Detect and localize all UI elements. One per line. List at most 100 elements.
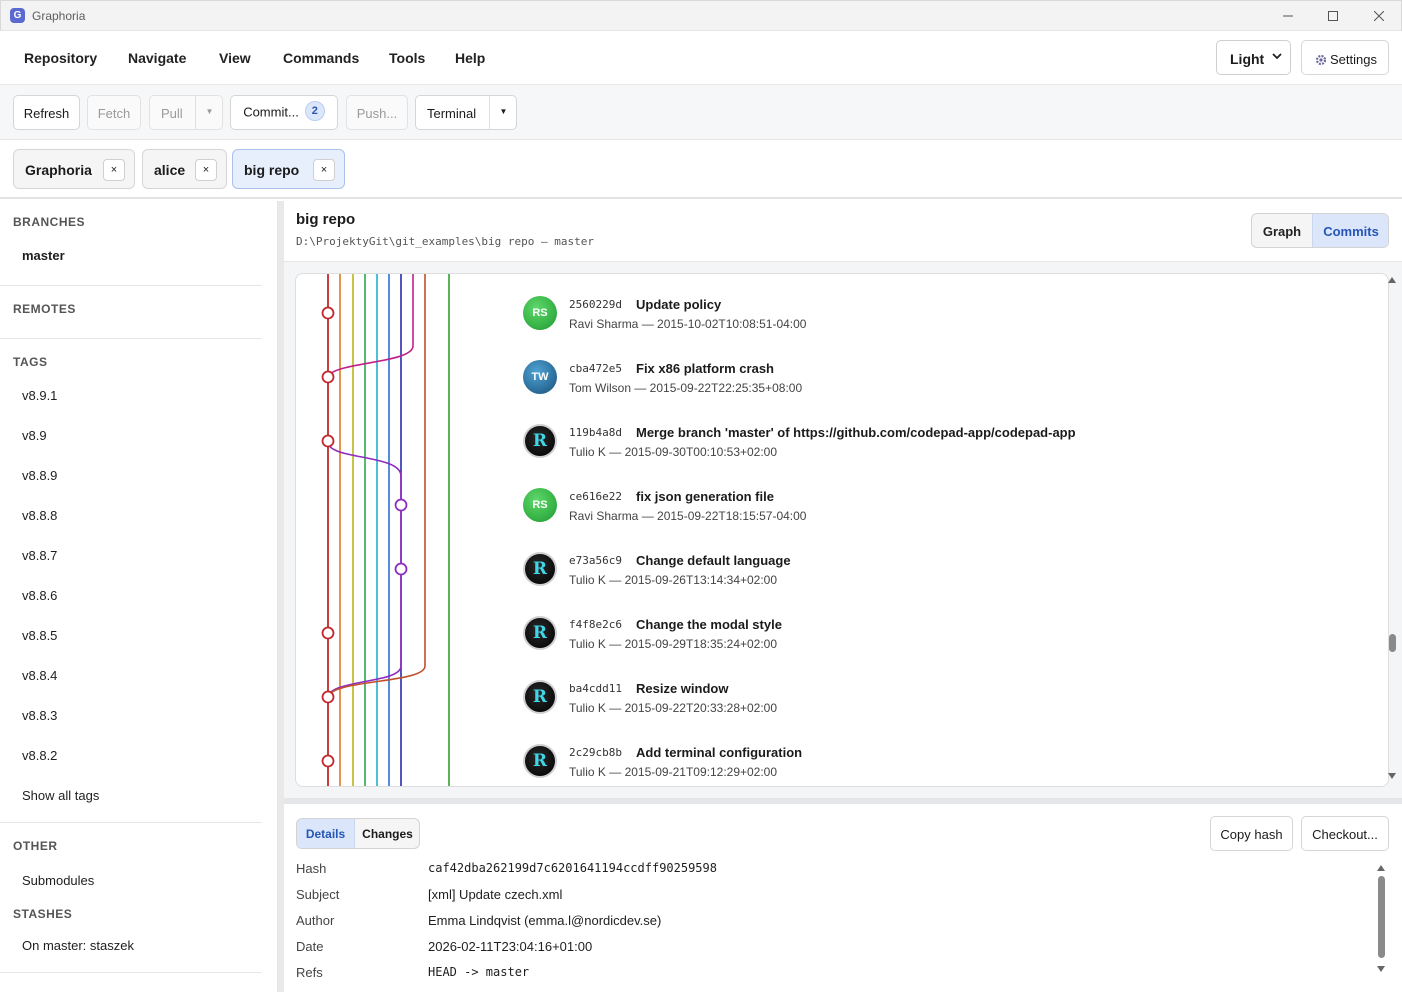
submodules-item[interactable]: Submodules [22, 873, 94, 888]
stashes-heading: STASHES [13, 907, 73, 921]
commit-row[interactable]: RS ce616e22 fix json generation file Ravi S… [523, 488, 1383, 548]
commits-view-button[interactable]: Commits [1312, 214, 1388, 247]
fetch-button[interactable]: Fetch [87, 95, 141, 130]
tag-item[interactable]: v8.8.9 [22, 468, 57, 483]
commit-subject: Merge branch 'master' of https://github.… [636, 425, 1076, 440]
menu-commands[interactable]: Commands [283, 50, 359, 66]
avatar: RS [523, 296, 557, 330]
minimize-icon[interactable] [1265, 1, 1311, 31]
date-label: Date [296, 939, 324, 954]
tag-item[interactable]: v8.9 [22, 428, 47, 443]
push-button[interactable]: Push... [346, 95, 408, 130]
details-tab[interactable]: Details [297, 819, 355, 848]
avatar: R [523, 744, 557, 778]
commit-details-panel: Details Changes Copy hash Checkout... Ha… [284, 804, 1402, 992]
changes-tab[interactable]: Changes [355, 819, 419, 848]
settings-label: Settings [1330, 52, 1377, 67]
graph-commit-node [321, 626, 335, 640]
window-title: Graphoria [32, 9, 86, 23]
repo-tab-big-repo[interactable]: big repo × [232, 149, 345, 189]
chevron-down-icon [1272, 53, 1282, 60]
maximize-icon[interactable] [1310, 1, 1356, 31]
graph-commit-node [321, 690, 335, 704]
commit-subject: Resize window [636, 681, 729, 696]
graph-scrollbar[interactable] [1386, 274, 1398, 786]
commit-count-badge: 2 [304, 101, 325, 121]
tag-item[interactable]: v8.8.7 [22, 548, 57, 563]
avatar: R [523, 616, 557, 650]
commit-hash: 119b4a8d [569, 426, 622, 439]
graph-commit-node [321, 306, 335, 320]
pull-label: Pull [161, 106, 183, 121]
repo-tab-graphoria[interactable]: Graphoria × [13, 149, 135, 189]
close-tab-icon[interactable]: × [313, 159, 335, 181]
tag-item[interactable]: v8.8.6 [22, 588, 57, 603]
commit-row[interactable]: Rf4f8e2c6 Change the modal style Tulio K —… [523, 616, 1383, 676]
repo-tabs: Graphoria × alice × big repo × [0, 140, 1402, 199]
commit-hash: 2c29cb8b [569, 746, 622, 759]
commit-hash: 2560229d [569, 298, 622, 311]
commit-button[interactable]: Commit... 2 [230, 95, 338, 130]
commit-row[interactable]: R 119b4a8d Merge branch 'master' of https:… [523, 424, 1383, 484]
repo-title: big repo [296, 211, 356, 228]
close-icon[interactable] [1356, 1, 1402, 31]
theme-select-value: Light [1230, 51, 1265, 67]
commit-row[interactable]: Rba4cdd11 Resize window Tulio K — 2015-09-… [523, 680, 1383, 740]
subject-value: [xml] Update czech.xml [428, 887, 563, 902]
menu-view[interactable]: View [219, 50, 251, 66]
branch-item-master[interactable]: master [22, 248, 65, 263]
repo-tab-alice[interactable]: alice × [142, 149, 227, 189]
title-bar: G Graphoria [0, 0, 1402, 31]
repo-tab-label: big repo [244, 162, 300, 178]
theme-select[interactable]: Light [1216, 40, 1291, 75]
pull-button[interactable]: Pull ▼ [149, 95, 223, 130]
sidebar-divider [0, 338, 262, 339]
commit-subject: Change default language [636, 553, 791, 568]
commit-meta: Tulio K — 2015-09-21T09:12:29+02:00 [569, 765, 778, 779]
refresh-button[interactable]: Refresh [13, 95, 80, 130]
commit-row[interactable]: RS 2560229d Update policy Ravi Sharma — 201… [523, 296, 1383, 356]
graph-commit-node [321, 434, 335, 448]
commit-row[interactable]: R 2c29cb8b Add terminal configuration Tulio… [523, 744, 1383, 786]
tag-item[interactable]: v8.8.5 [22, 628, 57, 643]
details-scrollbar[interactable] [1374, 862, 1388, 978]
commit-meta: Ravi Sharma — 2015-09-22T18:15:57-04:00 [569, 509, 807, 523]
close-tab-icon[interactable]: × [195, 159, 217, 181]
commit-subject: fix json generation file [636, 489, 774, 504]
terminal-label: Terminal [427, 106, 477, 121]
repo-header: big repo D:\ProjektyGit\git_examples\big… [284, 201, 1402, 262]
gear-icon [1315, 54, 1327, 66]
refs-label: Refs [296, 965, 323, 980]
menu-bar: Repository Navigate View Commands Tools … [0, 31, 1402, 85]
terminal-dropdown-icon[interactable]: ▼ [489, 96, 517, 129]
terminal-button[interactable]: Terminal ▼ [415, 95, 517, 130]
app-logo-icon: G [10, 8, 25, 23]
menu-repository[interactable]: Repository [24, 50, 97, 66]
menu-help[interactable]: Help [455, 50, 485, 66]
details-tabs: Details Changes [296, 818, 420, 849]
tag-item[interactable]: v8.8.2 [22, 748, 57, 763]
tag-item[interactable]: v8.8.8 [22, 508, 57, 523]
settings-button[interactable]: Settings [1301, 40, 1389, 75]
graph-view-button[interactable]: Graph [1252, 214, 1312, 247]
menu-navigate[interactable]: Navigate [128, 50, 186, 66]
avatar: R [523, 424, 557, 458]
tags-heading: TAGS [13, 355, 48, 369]
commit-row[interactable]: TW cba472e5 Fix x86 platform crash Tom Wils… [523, 360, 1383, 420]
tag-item[interactable]: v8.9.1 [22, 388, 57, 403]
repo-tab-label: alice [154, 162, 186, 178]
close-tab-icon[interactable]: × [103, 159, 125, 181]
commit-row[interactable]: Re73a56c9 Change default language Tulio K … [523, 552, 1383, 612]
tag-item[interactable]: v8.8.4 [22, 668, 57, 683]
author-label: Author [296, 913, 335, 928]
copy-hash-button[interactable]: Copy hash [1210, 816, 1293, 851]
commit-label: Commit... [243, 104, 299, 120]
sidebar-divider [0, 285, 262, 286]
pull-dropdown-icon[interactable]: ▼ [195, 96, 223, 129]
tag-item[interactable]: v8.8.3 [22, 708, 57, 723]
stash-item[interactable]: On master: staszek [22, 938, 134, 953]
commit-hash: e73a56c9 [569, 554, 622, 567]
show-all-tags-link[interactable]: Show all tags [22, 788, 99, 803]
menu-tools[interactable]: Tools [389, 50, 425, 66]
checkout-button[interactable]: Checkout... [1301, 816, 1389, 851]
